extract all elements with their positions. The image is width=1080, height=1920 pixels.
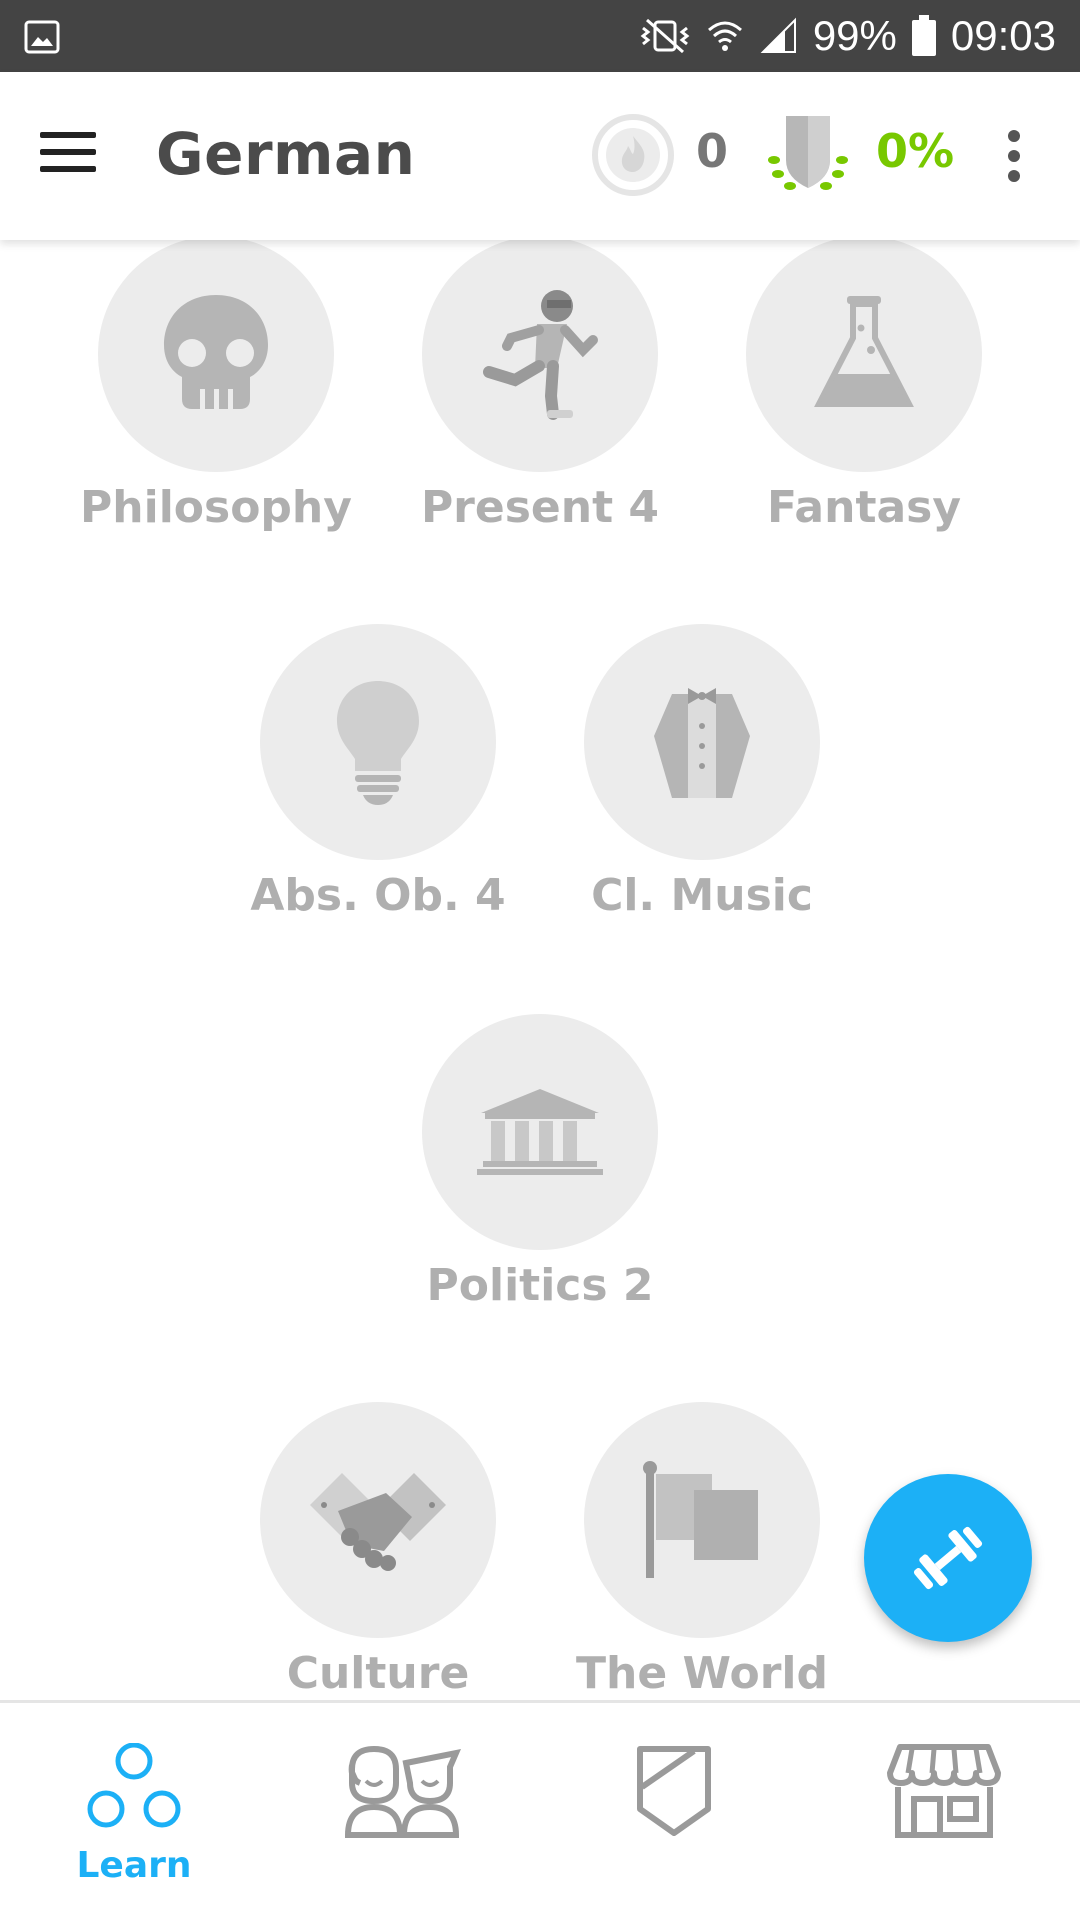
skill-circle[interactable] (746, 236, 982, 472)
nav-shop-tab[interactable] (844, 1743, 1044, 1913)
skill-circle[interactable] (584, 624, 820, 860)
skill-circle[interactable] (422, 236, 658, 472)
learn-circles-icon (87, 1743, 181, 1828)
skill-label: The World (576, 1648, 828, 1699)
battery-percent: 99% (812, 12, 897, 59)
vibrate-mute-icon (640, 18, 690, 54)
government-building-icon (477, 1089, 603, 1175)
shield-icon (637, 1746, 711, 1836)
skill-label: Politics 2 (426, 1260, 654, 1311)
wifi-icon (707, 21, 742, 51)
skill-circle[interactable] (260, 1402, 496, 1638)
skill-politics-2[interactable]: Politics 2 (380, 1014, 700, 1311)
skill-circle[interactable] (584, 1402, 820, 1638)
status-bar: 99% 09:03 (0, 0, 1080, 72)
clock: 09:03 (950, 12, 1056, 59)
skill-circle[interactable] (98, 236, 334, 472)
skill-present-4[interactable]: Present 4 (380, 236, 700, 533)
crown-shield-icon[interactable] (760, 108, 856, 204)
battery-icon (911, 15, 936, 56)
skill-label: Fantasy (766, 482, 962, 533)
nav-progress-tab[interactable] (574, 1743, 774, 1913)
hamburger-menu-icon[interactable] (40, 132, 100, 180)
streak-flame-icon[interactable] (590, 112, 676, 198)
crown-percent: 0% (876, 124, 955, 178)
bottom-navigation: Learn (0, 1700, 1080, 1920)
people-icon (344, 1745, 462, 1838)
skill-cl-music[interactable]: Cl. Music (542, 624, 862, 921)
top-app-bar: German 0 0% (0, 72, 1080, 240)
nav-learn-label: Learn (76, 1845, 192, 1886)
practice-fab-button[interactable] (864, 1474, 1032, 1642)
skill-circle[interactable] (422, 1014, 658, 1250)
course-title[interactable]: German (156, 120, 415, 188)
skill-label: Philosophy (80, 482, 352, 533)
streak-count: 0 (696, 124, 729, 178)
running-person-icon (483, 290, 598, 420)
flag-icon (643, 1461, 758, 1578)
skill-abs-ob-4[interactable]: Abs. Ob. 4 (218, 624, 538, 921)
skill-philosophy[interactable]: Philosophy (56, 236, 376, 533)
skill-fantasy[interactable]: Fantasy (704, 236, 1024, 533)
potion-flask-icon (814, 296, 914, 407)
skull-icon (164, 295, 268, 409)
nav-learn-tab[interactable]: Learn (34, 1743, 234, 1913)
skill-the-world[interactable]: The World (542, 1402, 862, 1699)
skill-label: Culture (286, 1648, 470, 1699)
signal-icon (760, 17, 796, 53)
skill-circle[interactable] (260, 624, 496, 860)
skill-culture[interactable]: Culture (218, 1402, 538, 1699)
lightbulb-icon (337, 681, 419, 805)
tuxedo-icon (654, 688, 750, 798)
skill-label: Cl. Music (591, 870, 813, 921)
store-icon (887, 1744, 1001, 1838)
dumbbell-icon (913, 1526, 983, 1590)
gallery-notification-icon (24, 20, 60, 54)
skill-label: Present 4 (420, 482, 660, 533)
handshake-icon (310, 1473, 446, 1571)
overflow-menu-icon[interactable] (1000, 130, 1028, 186)
nav-clubs-tab[interactable] (304, 1743, 504, 1913)
skill-label: Abs. Ob. 4 (250, 870, 506, 921)
